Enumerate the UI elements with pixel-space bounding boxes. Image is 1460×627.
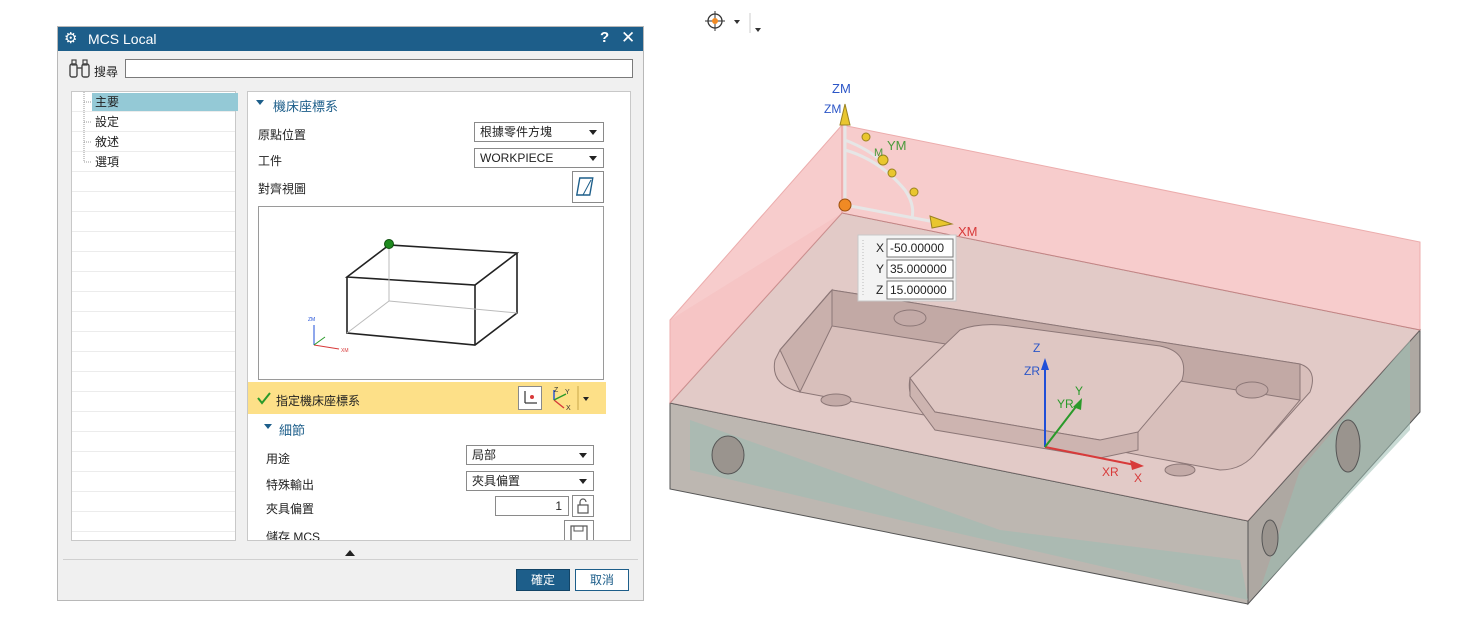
zr-label: ZR bbox=[1024, 364, 1040, 378]
navigation-tree: 主要 設定 敘述 選項 bbox=[71, 91, 238, 541]
xr-label: XR bbox=[1102, 465, 1119, 479]
chevron-down-icon bbox=[589, 156, 597, 161]
rotate-handle[interactable] bbox=[909, 187, 919, 197]
csys-snap-icon[interactable] bbox=[693, 8, 768, 38]
snap-toolbar bbox=[693, 8, 768, 38]
origin-handle[interactable] bbox=[838, 198, 852, 212]
rotate-handle[interactable] bbox=[887, 168, 897, 178]
close-button[interactable]: ✕ bbox=[621, 28, 635, 48]
cancel-button[interactable]: 取消 bbox=[575, 569, 629, 591]
lock-icon[interactable] bbox=[572, 495, 594, 517]
workpiece-label: 工件 bbox=[258, 154, 283, 168]
save-mcs-button[interactable] bbox=[564, 520, 594, 541]
divider bbox=[63, 559, 638, 560]
coord-z-label: Z bbox=[876, 283, 883, 297]
collapse-dialog-icon[interactable] bbox=[344, 549, 356, 557]
fixture-offset-label: 夾具偏置 bbox=[266, 502, 315, 516]
coord-x-label: X bbox=[876, 241, 884, 255]
section-machine-csys: 機床座標系 bbox=[273, 99, 339, 114]
side-hole bbox=[1335, 419, 1361, 473]
specify-csys-row: 指定機床座標系 Z Y X bbox=[248, 382, 606, 414]
ym-label-2: M bbox=[874, 147, 883, 159]
dialog-title-bar: ⚙ MCS Local ? ✕ bbox=[58, 27, 643, 51]
check-icon bbox=[257, 392, 271, 405]
section-details: 細節 bbox=[279, 423, 306, 438]
x-label: X bbox=[1134, 471, 1142, 485]
origin-select[interactable]: 根據零件方塊 bbox=[474, 122, 604, 142]
chevron-down-icon bbox=[589, 130, 597, 135]
side-hole bbox=[711, 435, 745, 475]
special-output-select-value: 夾具偏置 bbox=[472, 474, 521, 488]
svg-text:X: X bbox=[566, 405, 571, 412]
binoculars-icon bbox=[69, 59, 90, 78]
purpose-label: 用途 bbox=[266, 452, 291, 466]
ok-button[interactable]: 確定 bbox=[516, 569, 570, 591]
tree-item-settings[interactable]: 設定 bbox=[92, 113, 122, 131]
coord-x-value: -50.00000 bbox=[890, 241, 944, 255]
search-input[interactable] bbox=[125, 59, 633, 78]
origin-label: 原點位置 bbox=[258, 128, 307, 142]
align-view-button[interactable] bbox=[572, 171, 604, 203]
chevron-down-icon bbox=[579, 453, 587, 458]
fixture-offset-value: 1 bbox=[555, 499, 562, 513]
csys-preview-view: ZM XM bbox=[258, 206, 604, 380]
specify-csys-label: 指定機床座標系 bbox=[276, 394, 361, 408]
rotate-handle[interactable] bbox=[861, 132, 871, 142]
ym-label: YM bbox=[887, 138, 907, 153]
y-label: Y bbox=[1075, 384, 1083, 398]
purpose-select[interactable]: 局部 bbox=[466, 445, 594, 465]
search-label: 搜尋 bbox=[94, 65, 119, 79]
workpiece-select-value: WORKPIECE bbox=[480, 151, 554, 165]
coord-y-value: 35.000000 bbox=[890, 262, 947, 276]
chevron-down-icon bbox=[579, 479, 587, 484]
tree-item-main[interactable]: 主要 bbox=[92, 93, 238, 111]
tree-item-description[interactable]: 敘述 bbox=[92, 133, 122, 151]
svg-text:Y: Y bbox=[565, 389, 570, 396]
csys-dialog-button[interactable] bbox=[518, 386, 542, 410]
properties-panel: 機床座標系 原點位置 根據零件方塊 工件 WORKPIECE 對齊視圖 ZM X… bbox=[247, 91, 631, 541]
side-hole bbox=[1261, 519, 1279, 557]
fixture-offset-input[interactable]: 1 bbox=[495, 496, 569, 516]
collapse-triangle-icon[interactable] bbox=[263, 423, 273, 431]
z-label: Z bbox=[1033, 341, 1040, 355]
dialog-title: MCS Local bbox=[88, 31, 157, 47]
graphics-viewport[interactable]: ZM ZM YM M XM X -50.00000 Y 35.000000 Z … bbox=[650, 40, 1450, 620]
zm-arrow[interactable] bbox=[839, 103, 851, 126]
save-mcs-label: 儲存 MCS bbox=[266, 530, 321, 541]
xm-label: XM bbox=[958, 224, 978, 239]
svg-text:Z: Z bbox=[554, 387, 559, 394]
gear-icon: ⚙ bbox=[64, 30, 78, 47]
origin-select-value: 根據零件方塊 bbox=[480, 125, 553, 139]
purpose-select-value: 局部 bbox=[472, 448, 497, 462]
coord-z-value: 15.000000 bbox=[890, 283, 947, 297]
zm-label-2: ZM bbox=[824, 102, 841, 116]
preview-xm-label: XM bbox=[341, 348, 349, 354]
zm-label: ZM bbox=[832, 81, 851, 96]
special-output-label: 特殊輸出 bbox=[266, 478, 315, 492]
help-button[interactable]: ? bbox=[600, 29, 609, 46]
special-output-select[interactable]: 夾具偏置 bbox=[466, 471, 594, 491]
workpiece-select[interactable]: WORKPIECE bbox=[474, 148, 604, 168]
preview-zm-label: ZM bbox=[308, 317, 315, 323]
mcs-local-dialog: ⚙ MCS Local ? ✕ 搜尋 主要 設定 敘述 選項 機床座標系 原點位… bbox=[57, 26, 644, 601]
tree-item-options[interactable]: 選項 bbox=[92, 153, 122, 171]
yr-label: YR bbox=[1057, 397, 1074, 411]
csys-type-dropdown[interactable]: Z Y X bbox=[546, 384, 596, 412]
coord-y-label: Y bbox=[876, 262, 884, 276]
collapse-triangle-icon[interactable] bbox=[255, 99, 265, 107]
align-view-label: 對齊視圖 bbox=[258, 182, 307, 196]
